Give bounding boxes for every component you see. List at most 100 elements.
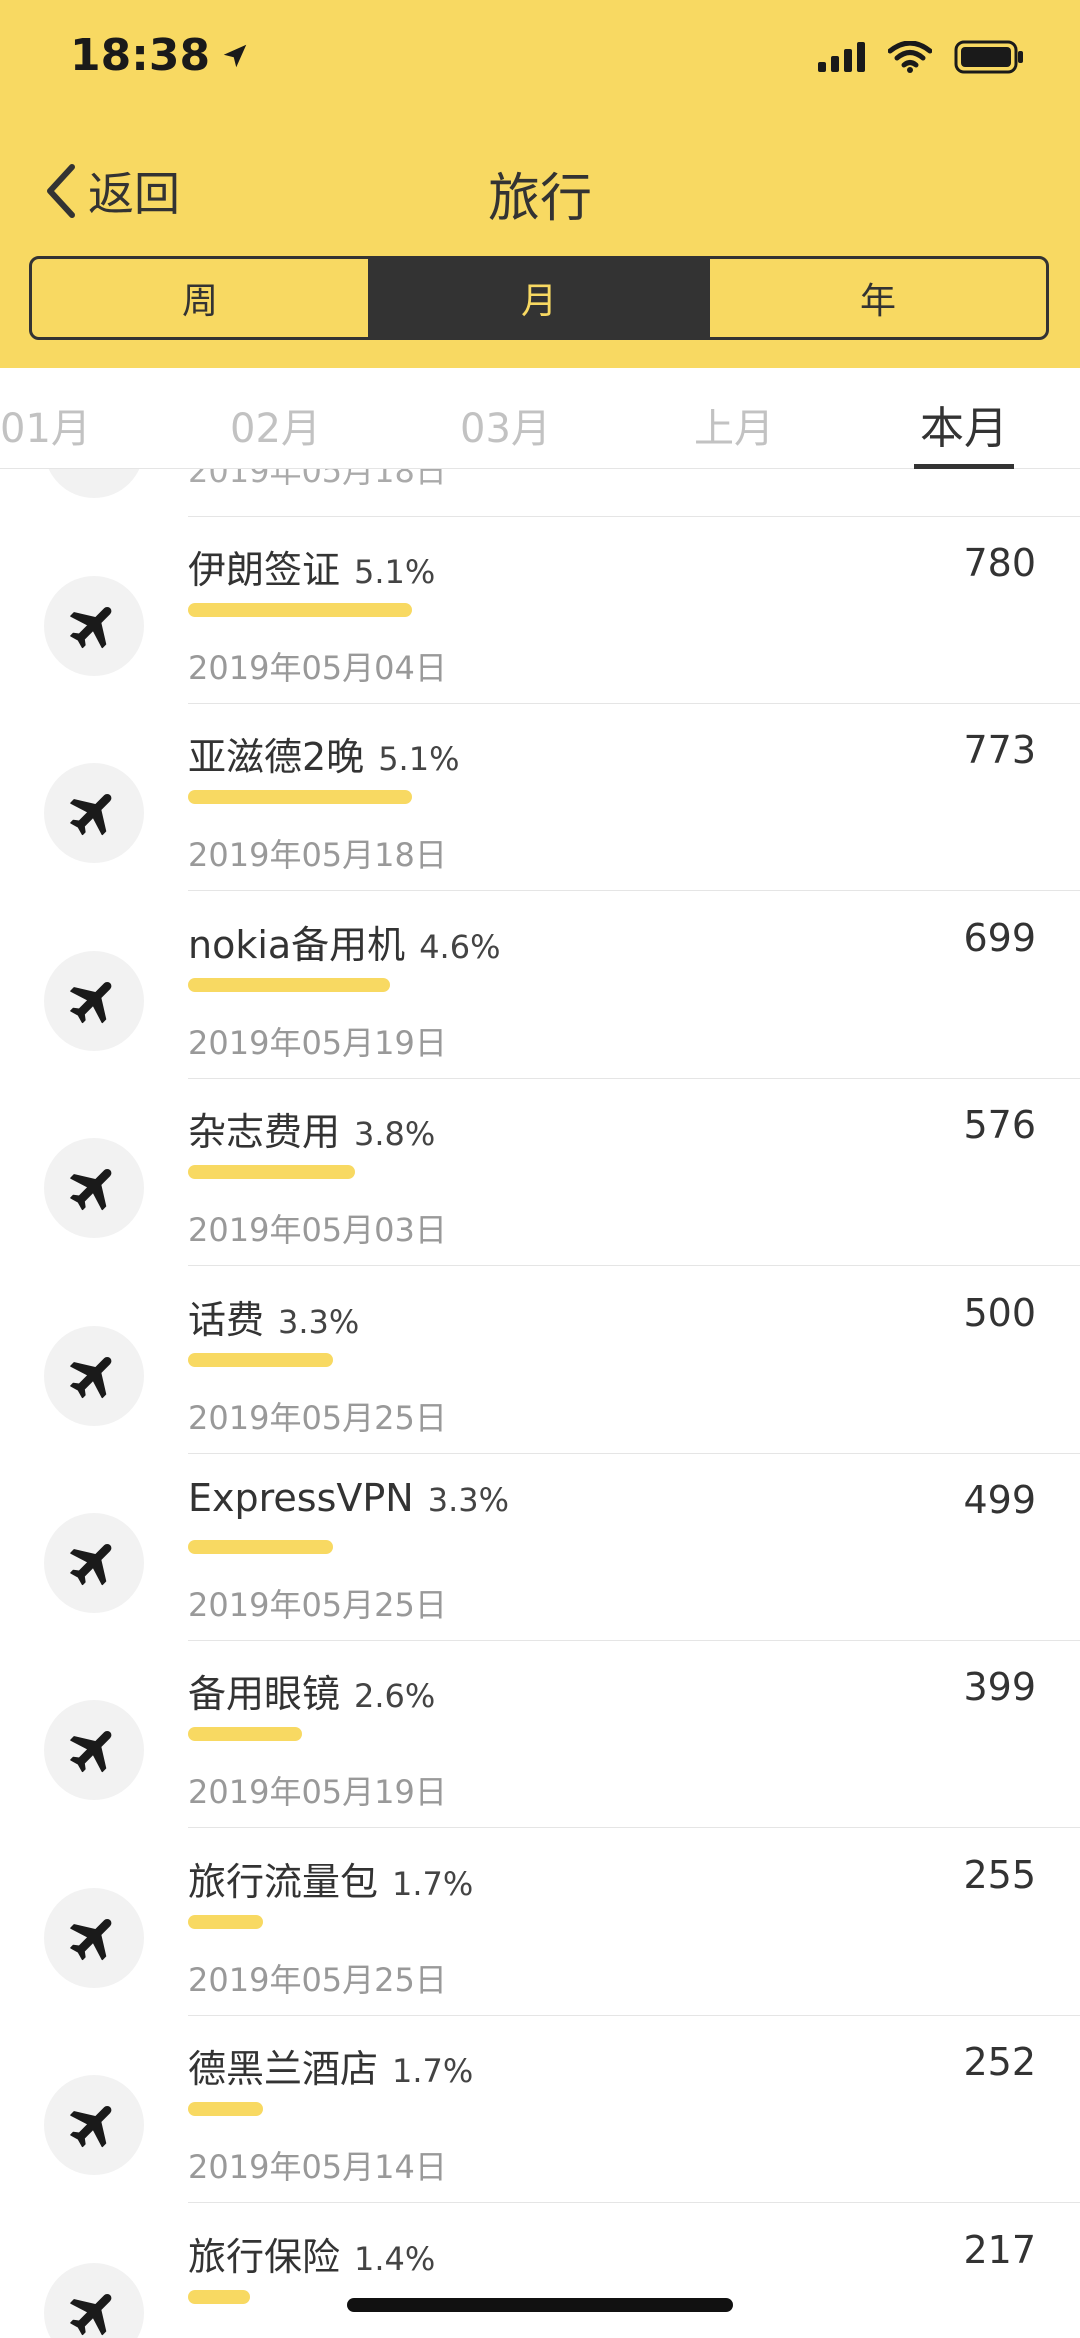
status-icons bbox=[818, 40, 1024, 74]
list-item[interactable]: 德黑兰酒店 1.7% 252 2019年05月14日 bbox=[0, 2016, 1080, 2204]
item-title-line: 旅行保险 1.4% bbox=[188, 2226, 435, 2281]
list-item[interactable]: 旅行保险 1.4% 217 2019年05月25日 bbox=[0, 2204, 1080, 2338]
location-arrow-icon bbox=[223, 44, 247, 67]
item-date: 2019年05月25日 bbox=[188, 2330, 447, 2338]
list-item[interactable]: 杂志费用 3.8% 576 2019年05月03日 bbox=[0, 1079, 1080, 1267]
month-tabs: 01月 02月 03月 上月 本月 bbox=[0, 368, 1080, 469]
share-bar bbox=[188, 603, 412, 617]
tab-month-03[interactable]: 03月 bbox=[460, 396, 551, 454]
share-bar bbox=[188, 2289, 250, 2304]
airplane-icon bbox=[70, 606, 112, 649]
item-title-line: 德黑兰酒店 1.7% bbox=[188, 2038, 473, 2093]
item-title-line: 亚滋德2晚 5.1% bbox=[188, 726, 459, 781]
tab-this-month[interactable]: 本月 bbox=[920, 392, 1008, 456]
partial-row-icon bbox=[44, 468, 144, 498]
home-indicator bbox=[347, 2298, 733, 2312]
item-amount: 217 bbox=[963, 2227, 1036, 2272]
item-name: 德黑兰酒店 bbox=[188, 2047, 379, 2092]
share-bar bbox=[188, 1540, 333, 1554]
airplane-icon bbox=[70, 1169, 112, 1211]
share-bar bbox=[188, 1165, 355, 1180]
period-segmented-control: 周 月 年 bbox=[29, 256, 1049, 340]
category-icon bbox=[44, 1700, 144, 1801]
list-item[interactable]: 亚滋德2晚 5.1% 773 2019年05月18日 bbox=[0, 704, 1080, 892]
airplane-icon bbox=[70, 2293, 112, 2335]
category-icon bbox=[44, 1325, 144, 1426]
item-percent: 3.8% bbox=[354, 1115, 436, 1154]
tab-last-month[interactable]: 上月 bbox=[694, 396, 774, 454]
partial-row-date: 2019年05月18日 bbox=[188, 468, 447, 490]
tab-month-02[interactable]: 02月 bbox=[230, 396, 321, 454]
item-date: 2019年05月14日 bbox=[188, 2148, 447, 2187]
item-name: 话费 bbox=[188, 1297, 265, 1342]
list-item[interactable]: 旅行流量包 1.7% 255 2019年05月25日 bbox=[0, 1829, 1080, 2016]
item-percent: 3.3% bbox=[278, 1302, 360, 1341]
airplane-icon bbox=[70, 981, 112, 1023]
item-percent: 3.3% bbox=[427, 1481, 510, 1519]
share-bar bbox=[188, 2102, 263, 2117]
active-tab-indicator bbox=[914, 464, 1014, 469]
segment-week[interactable]: 周 bbox=[32, 259, 368, 337]
category-icon bbox=[44, 1138, 144, 1239]
category-icon bbox=[44, 2075, 144, 2176]
list-item[interactable]: nokia备用机 4.6% 699 2019年05月19日 bbox=[0, 892, 1080, 1079]
item-amount: 499 bbox=[963, 1478, 1036, 1522]
item-name: 杂志费用 bbox=[188, 1110, 341, 1155]
item-title-line: ExpressVPN 3.3% bbox=[188, 1476, 509, 1520]
list-item[interactable]: ExpressVPN 3.3% 499 2019年05月25日 bbox=[0, 1454, 1080, 1641]
item-title-line: 备用眼镜 2.6% bbox=[188, 1663, 435, 1718]
list-item[interactable]: 备用眼镜 2.6% 399 2019年05月19日 bbox=[0, 1641, 1080, 1829]
item-percent: 5.1% bbox=[378, 740, 460, 779]
signal-icon bbox=[818, 42, 865, 72]
item-title-line: nokia备用机 4.6% bbox=[188, 914, 500, 969]
item-amount: 255 bbox=[963, 1852, 1036, 1897]
item-date: 2019年05月19日 bbox=[188, 1023, 447, 1062]
share-bar bbox=[188, 1727, 302, 1742]
item-date: 2019年05月03日 bbox=[188, 1211, 447, 1250]
list-item[interactable]: 话费 3.3% 500 2019年05月25日 bbox=[0, 1267, 1080, 1454]
item-percent: 1.7% bbox=[392, 2052, 474, 2091]
header-bar: 18:38 返回 旅行 周 月 年 bbox=[0, 0, 1080, 368]
item-percent: 1.4% bbox=[354, 2239, 436, 2278]
airplane-icon bbox=[70, 1356, 112, 1398]
battery-icon bbox=[954, 40, 1023, 74]
segment-month[interactable]: 月 bbox=[368, 259, 707, 337]
segment-year[interactable]: 年 bbox=[707, 259, 1046, 337]
item-date: 2019年05月25日 bbox=[188, 1398, 447, 1437]
item-date: 2019年05月04日 bbox=[188, 649, 447, 687]
item-title-line: 伊朗签证 5.1% bbox=[188, 539, 435, 594]
item-amount: 773 bbox=[963, 728, 1036, 773]
item-amount: 252 bbox=[963, 2040, 1036, 2085]
item-name: 旅行保险 bbox=[188, 2234, 341, 2279]
category-icon bbox=[44, 950, 144, 1051]
airplane-icon bbox=[70, 2106, 112, 2148]
item-title-line: 杂志费用 3.8% bbox=[188, 1101, 435, 1156]
airplane-icon bbox=[70, 794, 112, 836]
list-item[interactable]: 伊朗签证 5.1% 780 2019年05月04日 bbox=[0, 517, 1080, 704]
airplane-icon bbox=[70, 1918, 112, 1960]
item-percent: 4.6% bbox=[419, 927, 501, 966]
category-icon bbox=[44, 763, 144, 864]
airplane-icon bbox=[70, 1543, 112, 1586]
item-name: 备用眼镜 bbox=[188, 1672, 341, 1717]
item-amount: 576 bbox=[963, 1103, 1036, 1148]
item-date: 2019年05月19日 bbox=[188, 1773, 447, 1812]
category-icon bbox=[44, 2262, 144, 2338]
category-icon bbox=[44, 1887, 144, 1988]
share-bar bbox=[188, 1352, 333, 1367]
item-name: 伊朗签证 bbox=[188, 548, 341, 592]
category-icon bbox=[44, 1513, 144, 1613]
category-icon bbox=[44, 576, 144, 676]
item-amount: 399 bbox=[963, 1665, 1036, 1710]
item-percent: 2.6% bbox=[354, 1677, 436, 1716]
item-amount: 500 bbox=[963, 1290, 1036, 1335]
expense-list[interactable]: 2019年05月18日 伊朗签证 5.1% 780 2019年05月04日亚滋德2晚 5… bbox=[0, 468, 1080, 2338]
item-percent: 1.7% bbox=[392, 1864, 474, 1903]
tab-month-01[interactable]: 01月 bbox=[0, 396, 91, 454]
share-bar bbox=[188, 790, 412, 805]
item-date: 2019年05月25日 bbox=[188, 1960, 447, 1999]
item-date: 2019年05月25日 bbox=[188, 1586, 447, 1624]
item-date: 2019年05月18日 bbox=[188, 836, 447, 875]
status-time: 18:38 bbox=[70, 30, 250, 81]
item-name: 亚滋德2晚 bbox=[188, 735, 365, 780]
